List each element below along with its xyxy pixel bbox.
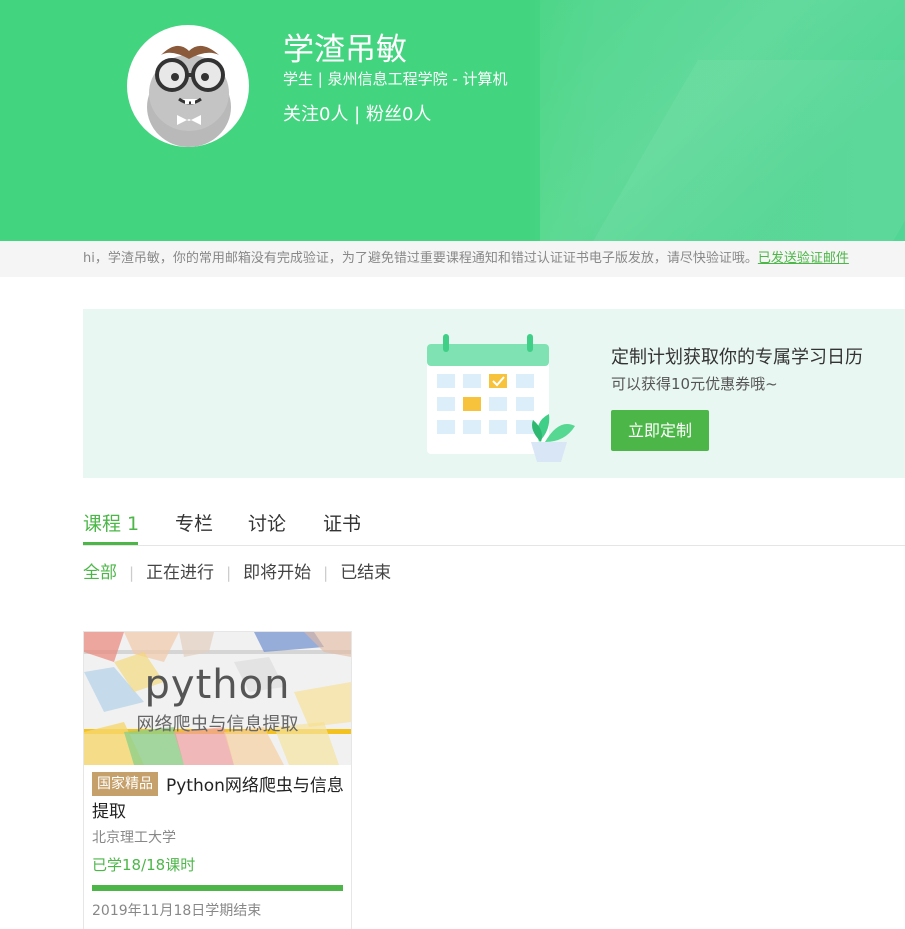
filter-upcoming[interactable]: 即将开始 (243, 558, 311, 583)
course-progress-text: 已学18/18课时 (92, 856, 196, 874)
filter-divider: | (323, 564, 329, 582)
notice-link[interactable]: 已发送验证邮件 (758, 251, 849, 266)
notice-text: hi，学渣吊敏，你的常用邮箱没有完成验证，为了避免错过重要课程通知和错过认证证书… (83, 251, 758, 266)
email-verify-notice: hi，学渣吊敏，你的常用邮箱没有完成验证，为了避免错过重要课程通知和错过认证证书… (0, 241, 905, 277)
tab-courses[interactable]: 课程 1 (83, 509, 139, 536)
cover-title: python (144, 662, 291, 708)
calendar-icon (427, 334, 575, 462)
profile-subtitle: 学生 | 泉州信息工程学院 - 计算机 (283, 70, 508, 88)
course-filters: 全部 | 正在进行 | 即将开始 | 已结束 (83, 558, 391, 583)
profile-banner: 学渣吊敏 学生 | 泉州信息工程学院 - 计算机 关注0人 | 粉丝0人 (0, 0, 905, 241)
avatar-character-icon (147, 45, 231, 147)
filter-divider: | (129, 564, 135, 582)
tab-discussions[interactable]: 讨论 (248, 509, 286, 536)
filter-all[interactable]: 全部 (83, 558, 117, 583)
tab-certificates[interactable]: 证书 (323, 509, 361, 536)
course-title[interactable]: Python网络爬虫与信息提取 (92, 773, 346, 825)
profile-name: 学渣吊敏 (283, 32, 407, 68)
profile-follow-stats[interactable]: 关注0人 | 粉丝0人 (283, 100, 431, 126)
promo-title: 定制计划获取你的专属学习日历 (611, 347, 863, 368)
filter-finished[interactable]: 已结束 (340, 558, 391, 583)
course-school[interactable]: 北京理工大学 (92, 827, 176, 847)
course-end-date: 2019年11月18日学期结束 (92, 903, 262, 919)
course-card[interactable]: python 网络爬虫与信息提取 国家精品 Python网络爬虫与信息提取 北京… (83, 631, 352, 929)
active-tab-indicator (83, 542, 138, 545)
promo-subtitle: 可以获得10元优惠券哦~ (611, 375, 778, 393)
avatar[interactable] (127, 25, 249, 147)
customize-button[interactable]: 立即定制 (611, 410, 709, 451)
filter-in-progress[interactable]: 正在进行 (146, 558, 214, 583)
course-cover[interactable]: python 网络爬虫与信息提取 (84, 632, 351, 765)
plan-promo: 定制计划获取你的专属学习日历 可以获得10元优惠券哦~ 立即定制 (83, 309, 905, 478)
course-progress-bar (92, 885, 343, 891)
tab-columns[interactable]: 专栏 (175, 509, 213, 536)
content-tabs: 课程 1 专栏 讨论 证书 (83, 505, 905, 546)
cover-subtitle: 网络爬虫与信息提取 (136, 714, 299, 735)
course-progress-fill (92, 885, 343, 891)
filter-divider: | (226, 564, 232, 582)
